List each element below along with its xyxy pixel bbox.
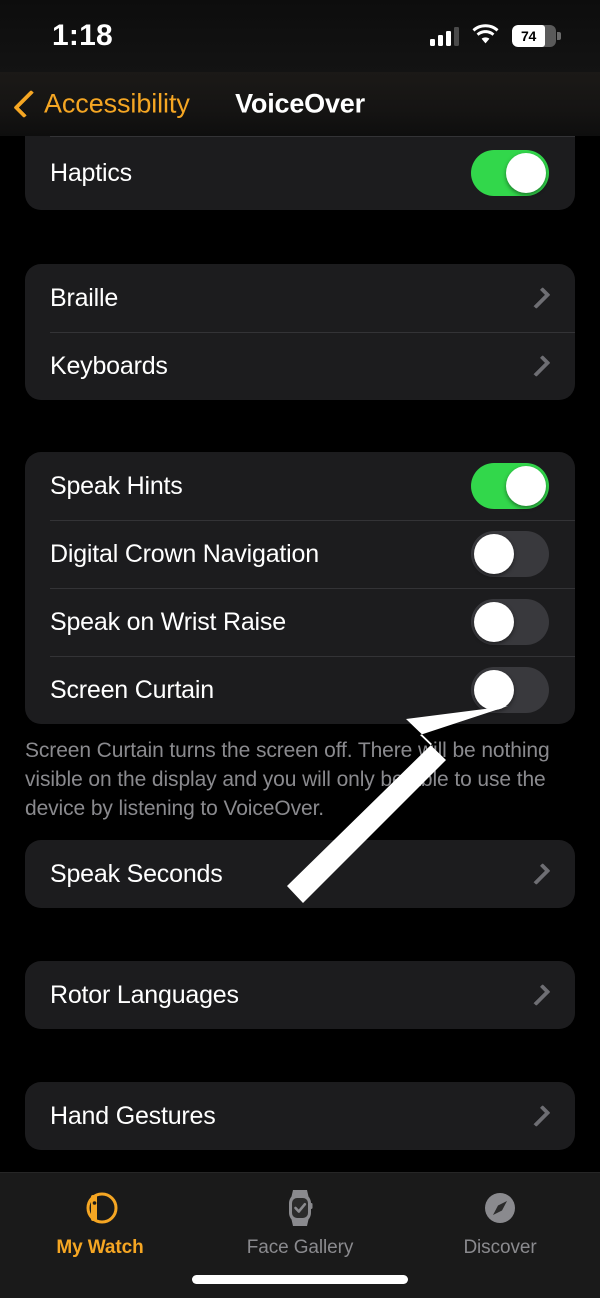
- back-button[interactable]: Accessibility: [13, 88, 190, 120]
- haptics-group: Haptics: [25, 136, 575, 210]
- back-button-label: Accessibility: [44, 88, 190, 119]
- row-label-hand-gestures: Hand Gestures: [50, 1101, 216, 1130]
- toggle-haptics[interactable]: [471, 150, 549, 196]
- row-label-speak-seconds: Speak Seconds: [50, 859, 223, 888]
- row-label-rotor-languages: Rotor Languages: [50, 980, 239, 1009]
- toggle-digital-crown-navigation[interactable]: [471, 531, 549, 577]
- chevron-right-icon: [528, 863, 551, 885]
- row-separator: [50, 332, 575, 333]
- cellular-bars-icon: [430, 26, 459, 46]
- status-bar: 1:18 74: [0, 0, 600, 72]
- row-braille[interactable]: Braille: [25, 264, 575, 332]
- row-label-digital-crown-navigation: Digital Crown Navigation: [50, 539, 319, 568]
- chevron-left-icon: [13, 89, 42, 119]
- row-haptics[interactable]: Haptics: [25, 136, 575, 210]
- row-keyboards[interactable]: Keyboards: [25, 332, 575, 400]
- row-hand-gestures[interactable]: Hand Gestures: [25, 1082, 575, 1150]
- navigation-bar: Accessibility VoiceOver: [0, 72, 600, 136]
- row-separator: [50, 588, 575, 589]
- voiceover-settings-screen: 1:18 74 Accessibility VoiceOver Haptics …: [0, 0, 600, 1298]
- row-label-haptics: Haptics: [50, 158, 132, 187]
- tab-discover[interactable]: Discover: [400, 1173, 600, 1298]
- tab-label-discover: Discover: [463, 1237, 537, 1258]
- screen-curtain-footnote: Screen Curtain turns the screen off. The…: [25, 739, 550, 820]
- hand-gestures-group: Hand Gestures: [25, 1082, 575, 1150]
- battery-icon: 74: [512, 25, 561, 47]
- toggle-speak-on-wrist-raise[interactable]: [471, 599, 549, 645]
- speech-toggles-group: Speak Hints Digital Crown Navigation Spe…: [25, 452, 575, 724]
- compass-icon: [477, 1185, 523, 1231]
- row-rotor-languages[interactable]: Rotor Languages: [25, 961, 575, 1029]
- row-speak-hints[interactable]: Speak Hints: [25, 452, 575, 520]
- row-digital-crown-navigation[interactable]: Digital Crown Navigation: [25, 520, 575, 588]
- page-title: VoiceOver: [235, 88, 365, 119]
- watch-check-icon: [277, 1185, 323, 1231]
- chevron-right-icon: [528, 984, 551, 1006]
- speak-seconds-group: Speak Seconds: [25, 840, 575, 908]
- rotor-languages-group: Rotor Languages: [25, 961, 575, 1029]
- tab-my-watch[interactable]: My Watch: [0, 1173, 200, 1298]
- row-label-screen-curtain: Screen Curtain: [50, 675, 214, 704]
- row-screen-curtain[interactable]: Screen Curtain: [25, 656, 575, 724]
- tab-label-face-gallery: Face Gallery: [246, 1237, 354, 1258]
- watch-outline-icon: [77, 1185, 123, 1231]
- row-label-keyboards: Keyboards: [50, 351, 168, 380]
- wifi-icon: [472, 23, 499, 49]
- battery-percent: 74: [521, 28, 536, 44]
- tab-label-my-watch: My Watch: [56, 1237, 144, 1258]
- chevron-right-icon: [528, 1105, 551, 1127]
- chevron-right-icon: [528, 287, 551, 309]
- row-label-braille: Braille: [50, 283, 119, 312]
- row-speak-on-wrist-raise[interactable]: Speak on Wrist Raise: [25, 588, 575, 656]
- row-label-speak-on-wrist-raise: Speak on Wrist Raise: [50, 607, 286, 636]
- row-speak-seconds[interactable]: Speak Seconds: [25, 840, 575, 908]
- row-separator: [50, 656, 575, 657]
- row-label-speak-hints: Speak Hints: [50, 471, 183, 500]
- row-separator: [50, 520, 575, 521]
- braille-keyboards-group: Braille Keyboards: [25, 264, 575, 400]
- tab-bar: My Watch Face Gallery Discover: [0, 1172, 600, 1298]
- status-indicators: 74: [430, 23, 561, 49]
- toggle-speak-hints[interactable]: [471, 463, 549, 509]
- toggle-screen-curtain[interactable]: [471, 667, 549, 713]
- chevron-right-icon: [528, 355, 551, 377]
- settings-list[interactable]: Haptics Braille Keyboards Speak Hints Di…: [0, 136, 600, 1172]
- home-indicator[interactable]: [192, 1275, 408, 1284]
- row-separator: [50, 136, 575, 137]
- status-time: 1:18: [52, 19, 113, 52]
